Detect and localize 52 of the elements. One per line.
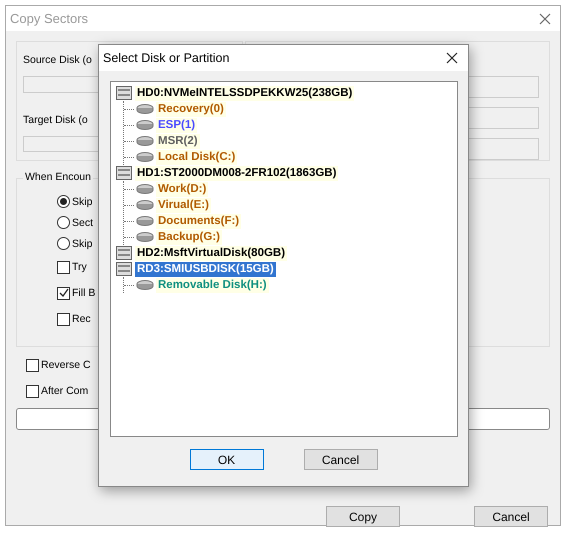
source-disk-label: Source Disk (o (23, 53, 92, 68)
partition-item[interactable]: Local Disk(C:) (156, 150, 238, 164)
disk-item[interactable]: HD1:ST2000DM008-2FR102(1863GB) (135, 166, 338, 180)
partition-item[interactable]: Work(D:) (156, 182, 208, 196)
partition-item[interactable]: MSR(2) (156, 134, 200, 148)
radio-button[interactable] (57, 216, 70, 229)
drive-icon (136, 232, 154, 242)
hard-drive-icon (116, 246, 132, 260)
dialog-button[interactable]: Cancel (304, 449, 378, 470)
partition-item[interactable]: ESP(1) (156, 118, 198, 132)
drive-icon (136, 280, 154, 290)
disk-item[interactable]: HD0:NVMeINTELSSDPEKKW25(238GB) (135, 86, 354, 100)
partition-item[interactable]: Virual(E:) (156, 198, 211, 212)
dialog-button[interactable]: Cancel (474, 506, 548, 527)
partition-item[interactable]: Removable Disk(H:) (156, 278, 269, 292)
drive-icon (136, 152, 154, 162)
dialog-title: Select Disk or Partition (103, 51, 230, 65)
option-label: Try (72, 261, 87, 273)
option-label: Rec (72, 313, 91, 325)
drive-icon (136, 216, 154, 226)
option-label: After Com (41, 385, 88, 397)
option-label: Skip (72, 196, 92, 208)
partition-item[interactable]: Backup(G:) (156, 230, 222, 244)
drive-icon (136, 136, 154, 146)
option-label: Sect (72, 216, 94, 228)
option-label: Fill B (72, 287, 96, 299)
disk-item[interactable]: RD3:SMIUSBDISK(15GB) (135, 262, 276, 276)
partition-item[interactable]: Documents(F:) (156, 214, 242, 228)
hard-drive-icon (116, 262, 132, 276)
hard-drive-icon (116, 86, 132, 100)
drive-icon (136, 120, 154, 130)
dialog-button[interactable]: OK (190, 449, 264, 470)
checkbox[interactable] (57, 286, 70, 300)
radio-button[interactable] (57, 237, 70, 250)
hard-drive-icon (116, 166, 132, 180)
disk-item[interactable]: HD2:MsftVirtualDisk(80GB) (135, 246, 288, 260)
checkbox[interactable] (57, 312, 70, 326)
drive-icon (136, 184, 154, 194)
radio-button[interactable] (57, 195, 70, 208)
checkbox[interactable] (26, 358, 39, 372)
partition-item[interactable]: Recovery(0) (156, 102, 226, 116)
drive-icon (136, 200, 154, 210)
drive-icon (136, 104, 154, 114)
dialog-button[interactable]: Copy (326, 506, 400, 527)
checkbox[interactable] (26, 384, 39, 398)
window-title: Copy Sectors (10, 11, 88, 26)
option-label: Reverse C (41, 359, 91, 371)
option-label: Skip (72, 238, 92, 250)
close-icon[interactable] (446, 52, 458, 64)
checkbox[interactable] (57, 260, 70, 274)
target-disk-label: Target Disk (o (23, 112, 88, 128)
group-title: When Encoun (23, 171, 93, 183)
